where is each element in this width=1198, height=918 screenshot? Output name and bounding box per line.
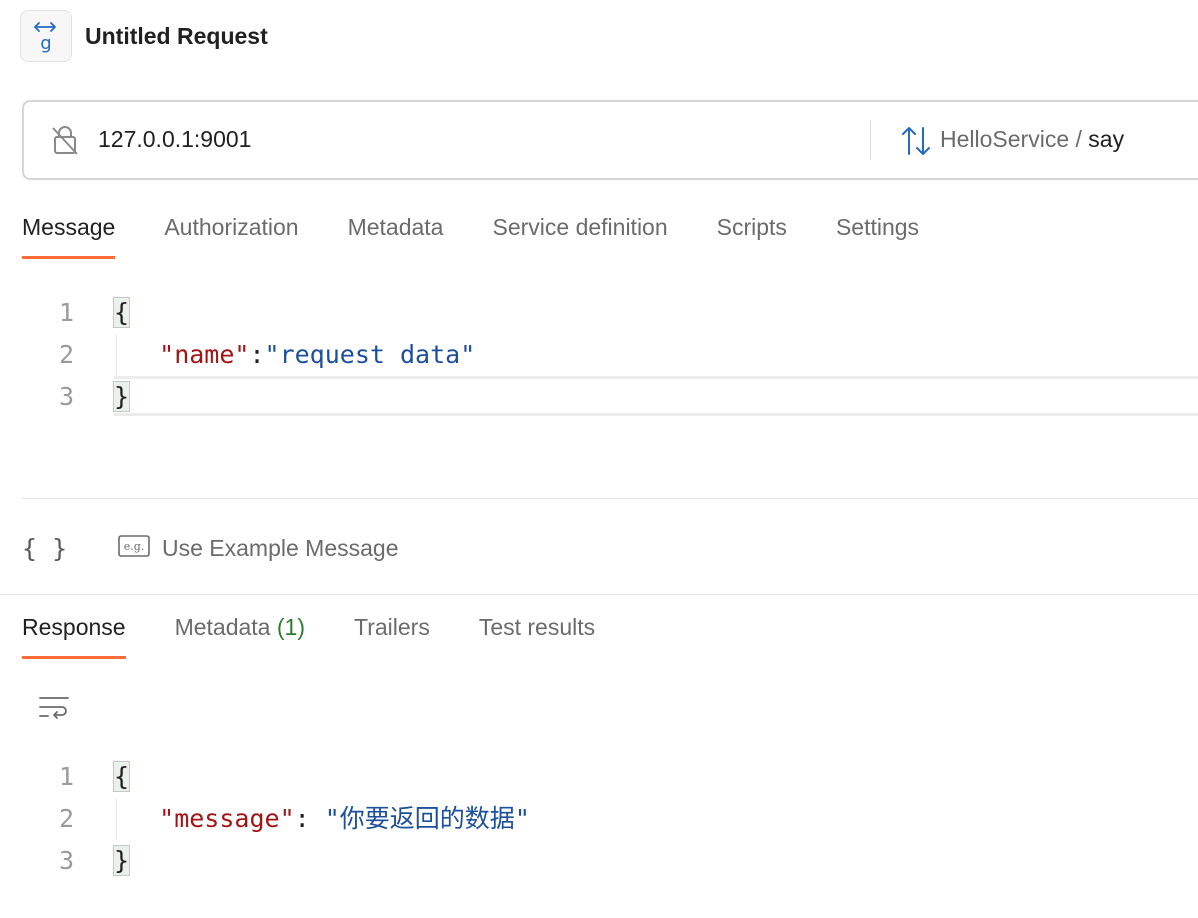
quote: " [514,804,530,833]
code-line: 2 "message": "你要返回的数据" [0,798,1198,840]
tab-metadata[interactable]: Metadata [348,214,444,259]
request-message-editor[interactable]: 1 { 2 "name":"request data" 3 } [0,292,1198,418]
method-separator: / [1075,126,1082,152]
tab-service-definition[interactable]: Service definition [492,214,667,259]
grpc-request-icon: g [20,10,72,62]
page-title[interactable]: Untitled Request [85,23,268,50]
request-tabs: Message Authorization Metadata Service d… [22,214,968,259]
json-key: "name" [159,340,250,369]
svg-text:e.g.: e.g. [124,540,145,553]
divider [22,498,1198,499]
code-line: 1 { [0,756,1198,798]
line-number: 3 [58,382,74,411]
url-bar: 127.0.0.1:9001 HelloService / say [22,100,1198,180]
request-header: g Untitled Request [20,10,268,62]
tab-response[interactable]: Response [22,614,126,659]
tab-label: Metadata [174,614,271,640]
line-number: 2 [58,340,74,369]
use-example-message-button[interactable]: Use Example Message [162,535,399,562]
code-line: 1 { [0,292,1198,334]
line-number: 2 [58,804,74,833]
json-key: "message" [159,804,295,833]
method-name: say [1088,126,1125,152]
tab-scripts[interactable]: Scripts [717,214,787,259]
line-number: 1 [58,298,74,327]
value-text: 你要返回的数据 [339,804,515,833]
word-wrap-icon[interactable] [38,694,70,727]
tab-authorization[interactable]: Authorization [164,214,298,259]
tab-settings[interactable]: Settings [836,214,919,259]
example-icon[interactable]: e.g. [118,534,150,562]
code-line: 3 } [0,840,1198,882]
quote: " [324,804,340,833]
response-body-viewer[interactable]: 1 { 2 "message": "你要返回的数据" 3 } [0,756,1198,882]
tab-message[interactable]: Message [22,214,116,259]
method-selector[interactable]: HelloService / say [940,126,1124,153]
message-toolbar: { } e.g. Use Example Message [22,528,399,568]
tab-response-metadata[interactable]: Metadata (1) [175,614,305,659]
divider [0,594,1198,595]
url-input[interactable]: 127.0.0.1:9001 [98,126,251,153]
close-brace: } [112,381,131,412]
open-brace: { [112,297,131,328]
bidirectional-arrows-icon[interactable] [900,124,932,163]
code-line: 3 } [0,376,1198,418]
json-value: "你要返回的数据" [325,804,530,833]
tab-test-results[interactable]: Test results [479,614,595,659]
beautify-button[interactable]: { } [22,534,86,563]
tab-trailers[interactable]: Trailers [354,614,430,659]
metadata-count-badge: (1) [276,614,305,640]
svg-text:g: g [40,33,51,53]
code-line: 2 "name":"request data" [0,334,1198,376]
json-value: "request data" [264,340,476,369]
service-name: HelloService [940,126,1070,152]
line-number: 1 [58,762,74,791]
response-tabs: Response Metadata (1) Trailers Test resu… [22,614,644,659]
line-number: 3 [58,846,74,875]
divider [870,120,871,160]
json-colon: : [249,340,265,369]
json-colon: : [294,804,325,833]
open-brace: { [112,761,131,792]
close-brace: } [112,845,131,876]
unlocked-insecure-icon[interactable] [50,124,80,161]
